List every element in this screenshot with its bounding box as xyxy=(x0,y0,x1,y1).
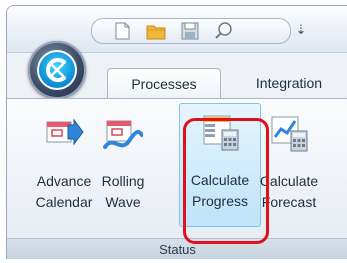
highlight-annotation xyxy=(183,118,269,244)
application-orb-button[interactable] xyxy=(28,41,86,99)
application-window: ⇣ Processes Integration Advance Calendar xyxy=(6,5,347,259)
ribbon-panel: Advance Calendar Rolling Wave Calculate … xyxy=(7,98,347,259)
ribbon-group-label: Status xyxy=(7,238,347,259)
advance-calendar-icon xyxy=(46,118,84,146)
search-icon[interactable] xyxy=(212,20,236,42)
advance-calendar-button[interactable]: Advance Calendar xyxy=(33,105,95,227)
tab-processes[interactable]: Processes xyxy=(107,68,221,99)
tab-integration[interactable]: Integration xyxy=(233,68,345,98)
new-document-icon[interactable] xyxy=(110,20,134,42)
advance-calendar-label-line2: Calendar xyxy=(35,194,93,210)
application-logo-icon xyxy=(37,50,77,90)
rolling-wave-label-line2: Wave xyxy=(105,194,141,210)
calculate-forecast-icon xyxy=(271,116,308,152)
save-icon[interactable] xyxy=(178,20,202,42)
rolling-wave-label-line1: Rolling xyxy=(101,173,145,189)
quick-access-toolbar xyxy=(91,18,291,44)
open-folder-icon[interactable] xyxy=(144,20,168,42)
advance-calendar-label-line1: Advance xyxy=(36,173,92,189)
rolling-wave-button[interactable]: Rolling Wave xyxy=(93,105,153,227)
customize-quick-access-icon[interactable]: ⇣ xyxy=(294,22,308,38)
rolling-wave-icon xyxy=(103,120,143,149)
